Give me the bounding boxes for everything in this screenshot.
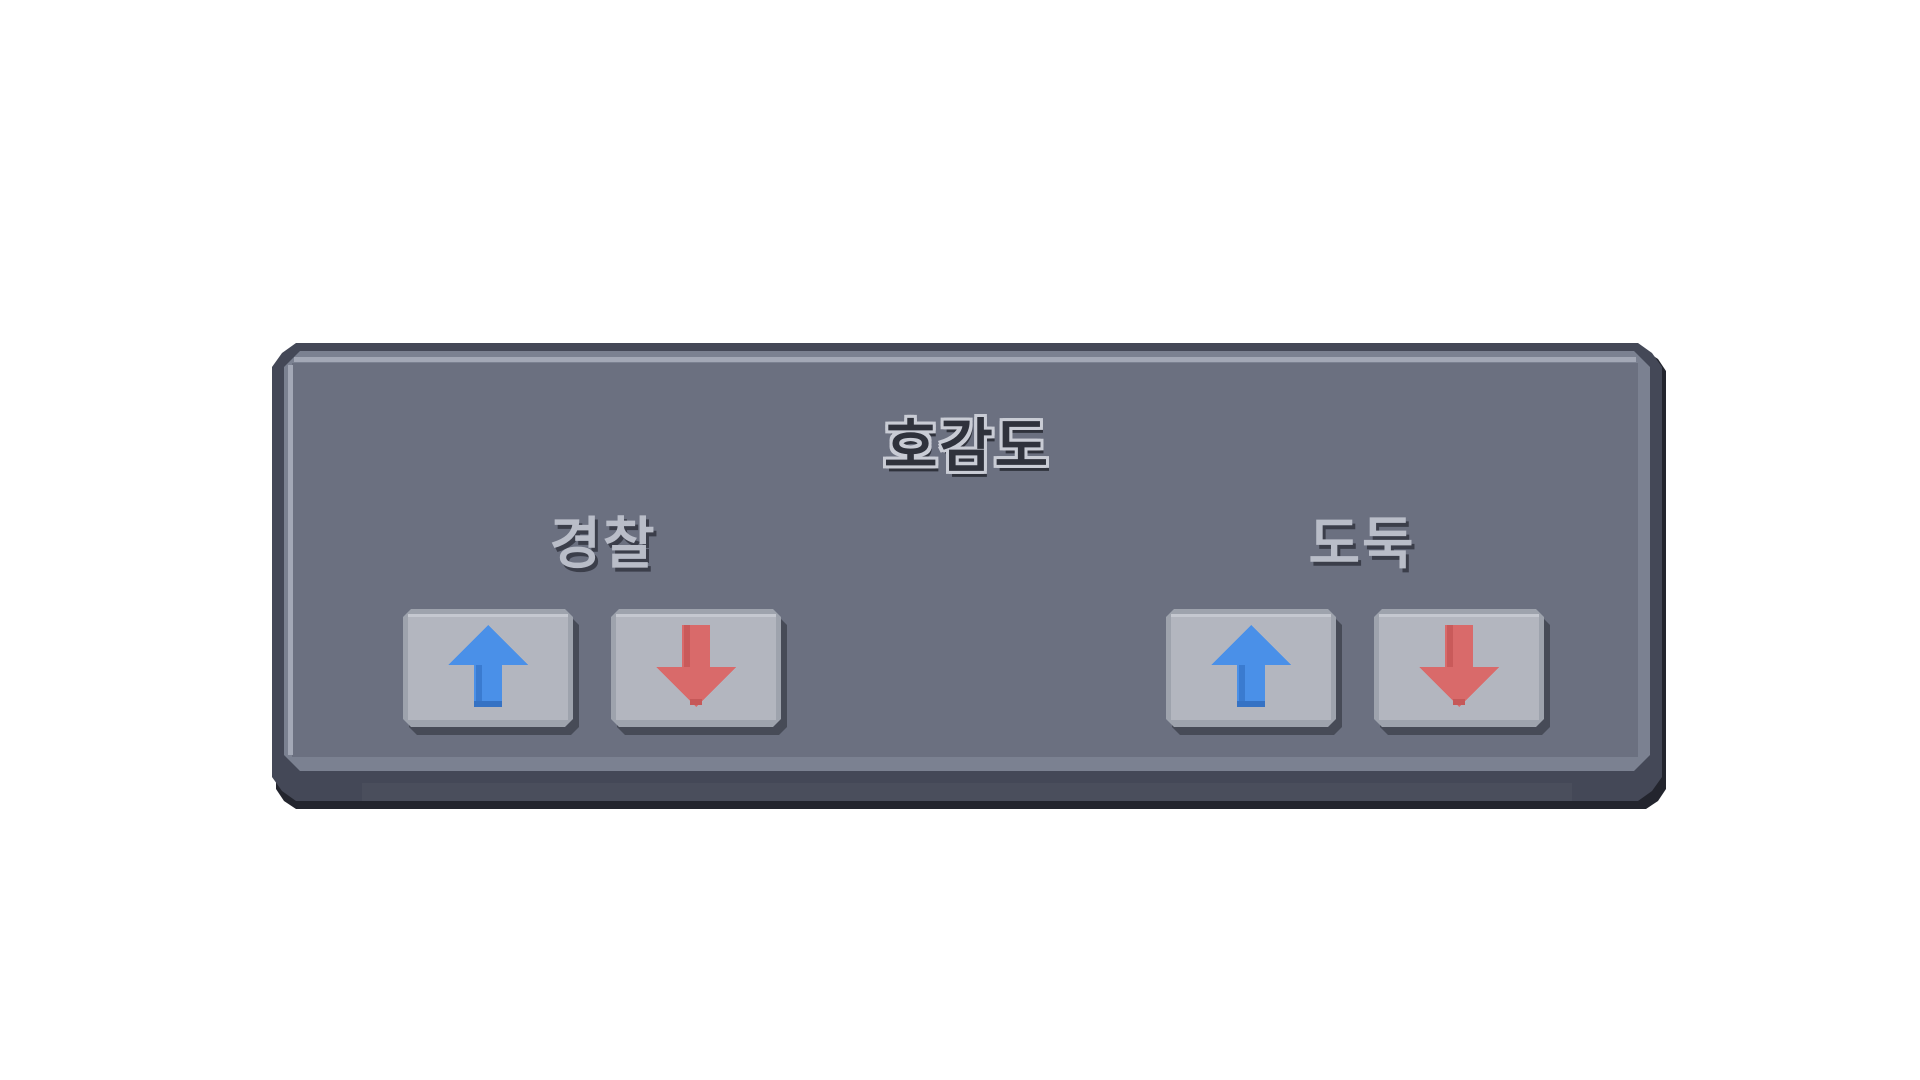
panel-title: 호감도: [883, 412, 1051, 480]
police-affinity-up-button[interactable]: [403, 609, 573, 727]
arrow-up-icon: [446, 623, 530, 709]
thief-affinity-up-button[interactable]: [1166, 609, 1336, 727]
group-label-police: 경찰: [549, 512, 657, 577]
affinity-panel: 호감도 경찰 도둑: [272, 343, 1662, 801]
panel-body: 호감도 경찰 도둑: [284, 351, 1650, 771]
group-label-thief: 도둑: [1308, 512, 1416, 577]
game-screen: 호감도 경찰 도둑: [0, 0, 1920, 1080]
panel-top-highlight: [294, 357, 1636, 362]
thief-affinity-down-button[interactable]: [1374, 609, 1544, 727]
arrow-up-icon: [1209, 623, 1293, 709]
arrow-down-icon: [654, 623, 738, 709]
panel-bottom-lip: [362, 783, 1572, 801]
arrow-down-icon: [1417, 623, 1501, 709]
police-affinity-down-button[interactable]: [611, 609, 781, 727]
